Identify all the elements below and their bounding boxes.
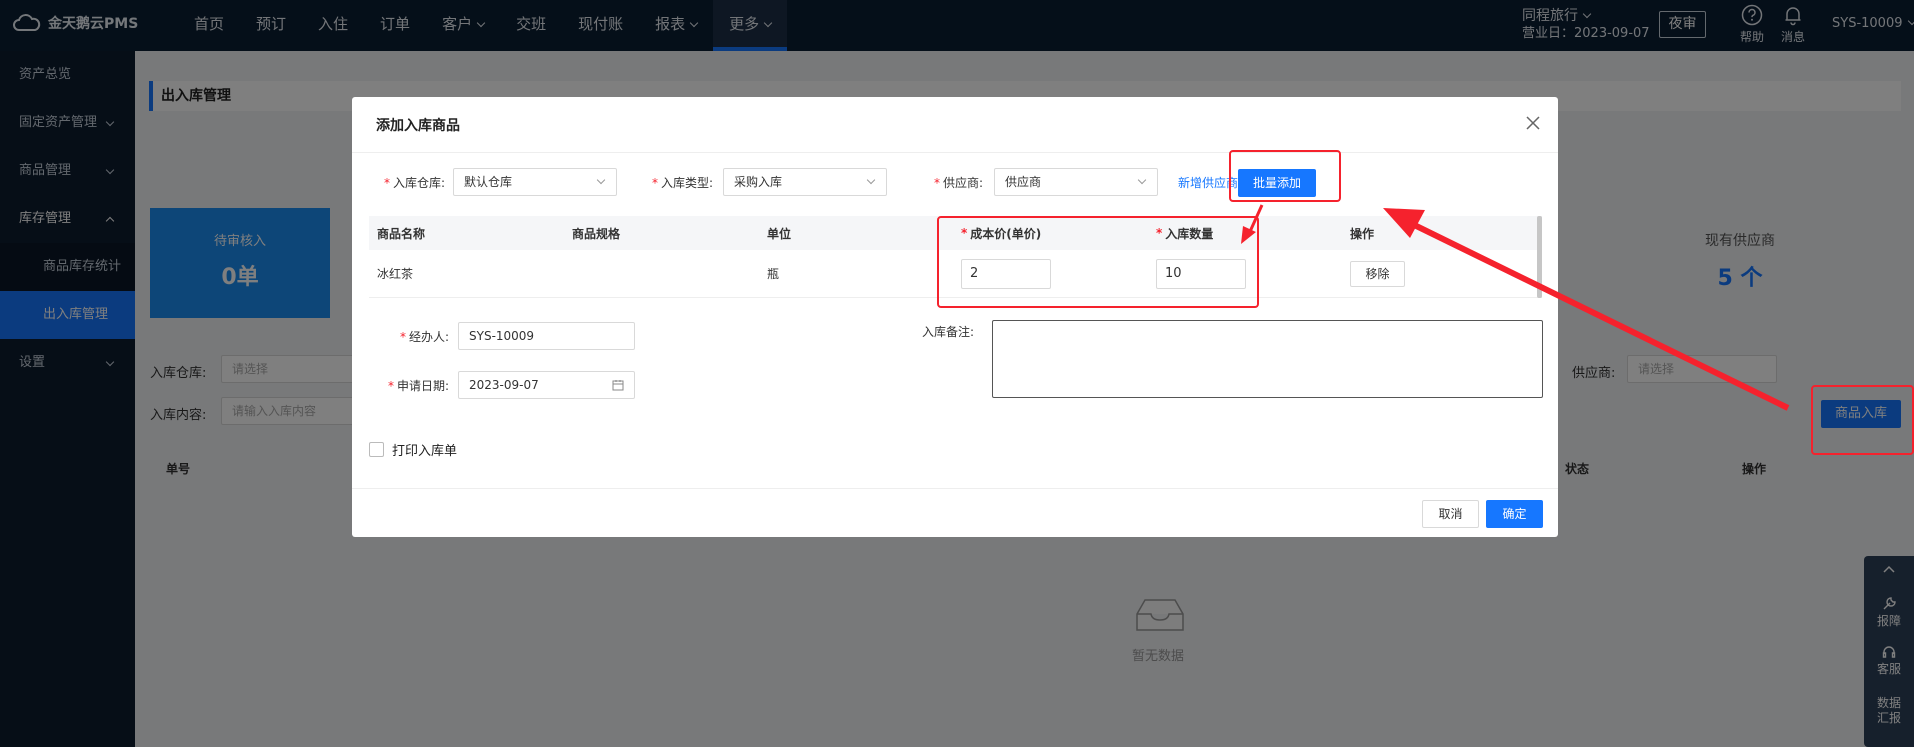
annotation-arrowhead	[1383, 208, 1425, 238]
annotation-arrows	[1241, 204, 1790, 411]
annotation-arrowhead	[1241, 226, 1256, 244]
annotation-arrow-long	[1398, 215, 1790, 411]
